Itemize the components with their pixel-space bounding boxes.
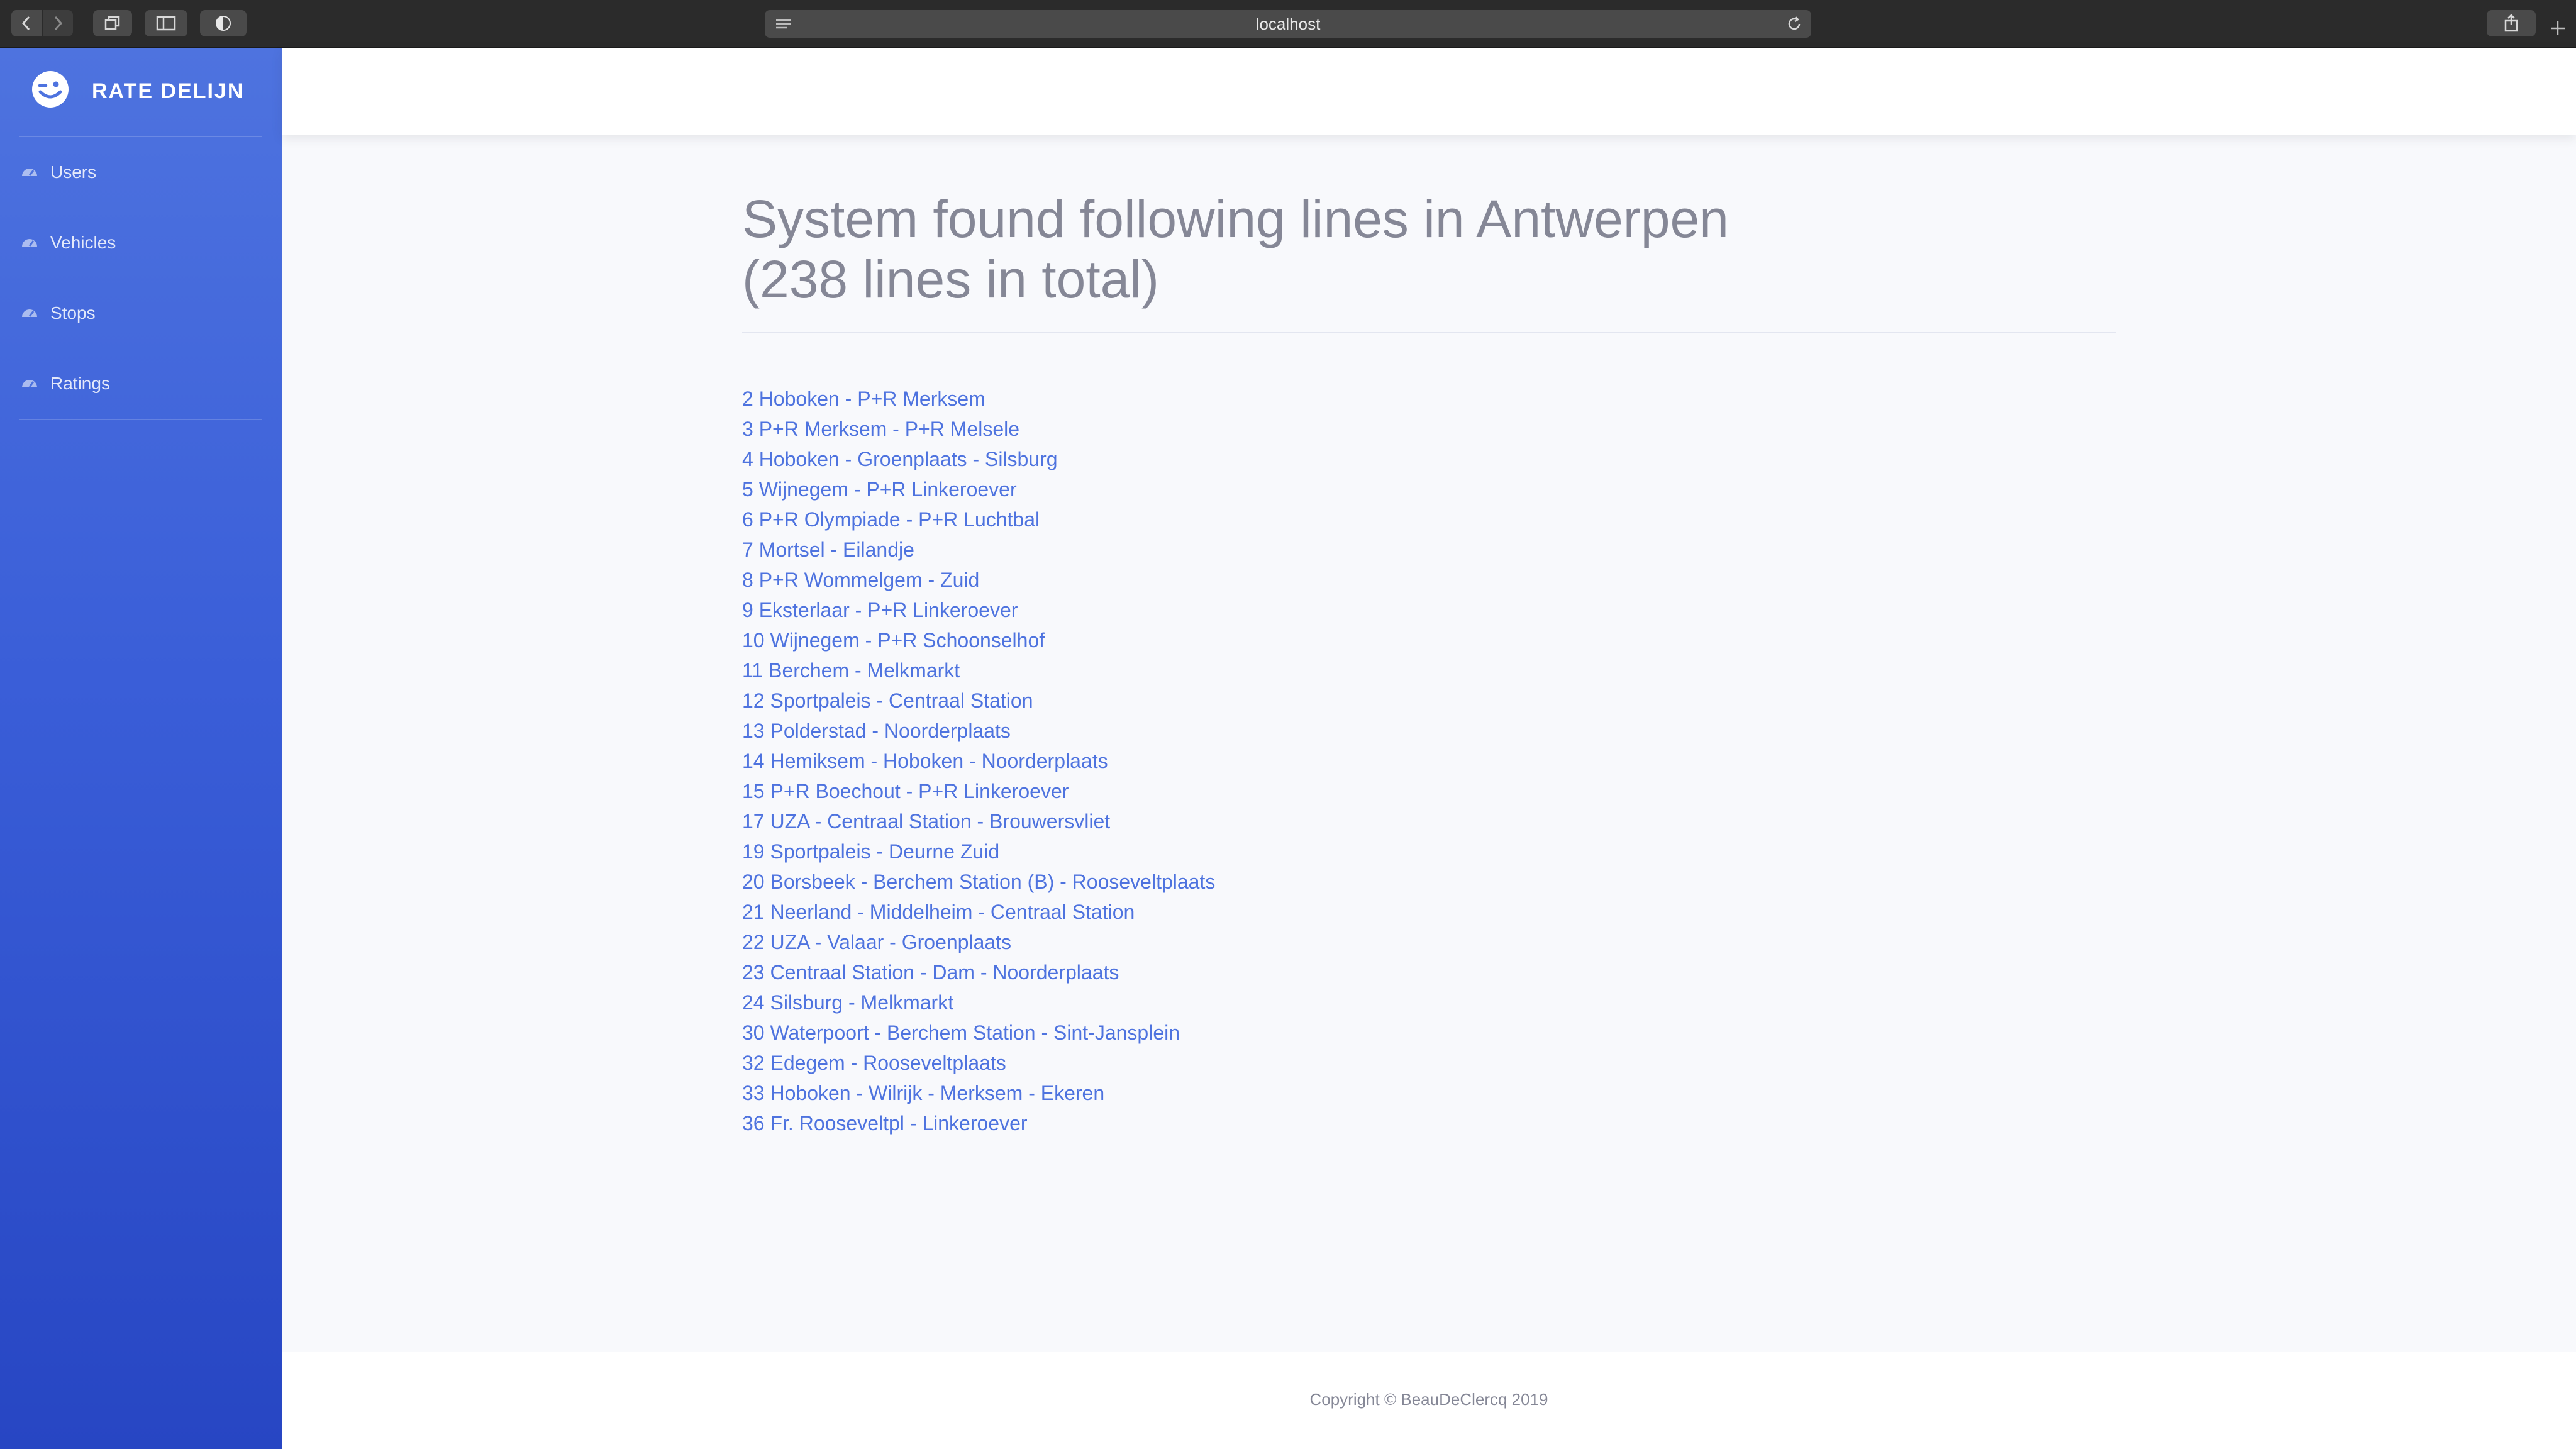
list-item: 36 Fr. Rooseveltpl - Linkeroever <box>742 1108 2116 1138</box>
list-item: 5 Wijnegem - P+R Linkeroever <box>742 474 2116 504</box>
sidebar-divider <box>19 419 262 420</box>
sidebar-item-label: Stops <box>50 303 96 323</box>
list-item: 8 P+R Wommelgem - Zuid <box>742 565 2116 595</box>
line-link[interactable]: 17 UZA - Centraal Station - Brouwersvlie… <box>742 810 1110 833</box>
line-link[interactable]: 4 Hoboken - Groenplaats - Silsburg <box>742 448 1058 470</box>
list-item: 11 Berchem - Melkmarkt <box>742 655 2116 686</box>
privacy-extension-button[interactable] <box>200 10 247 36</box>
reload-icon[interactable] <box>1786 16 1802 32</box>
reader-icon[interactable] <box>775 18 792 31</box>
url-text: localhost <box>1255 14 1321 33</box>
list-item: 9 Eksterlaar - P+R Linkeroever <box>742 595 2116 625</box>
list-item: 19 Sportpaleis - Deurne Zuid <box>742 836 2116 867</box>
back-arrow-icon <box>21 16 30 31</box>
list-item: 15 P+R Boechout - P+R Linkeroever <box>742 776 2116 806</box>
list-item: 20 Borsbeek - Berchem Station (B) - Roos… <box>742 867 2116 897</box>
line-link[interactable]: 23 Centraal Station - Dam - Noorderplaat… <box>742 961 1119 984</box>
line-link[interactable]: 3 P+R Merksem - P+R Melsele <box>742 418 1019 440</box>
sidebar-item-stops[interactable]: Stops <box>0 284 282 341</box>
share-button[interactable] <box>2487 10 2536 36</box>
sidebar-item-label: Ratings <box>50 374 110 393</box>
list-item: 21 Neerland - Middelheim - Centraal Stat… <box>742 897 2116 927</box>
list-item: 32 Edegem - Rooseveltplaats <box>742 1048 2116 1078</box>
sidebar-item-label: Users <box>50 162 97 182</box>
list-item: 10 Wijnegem - P+R Schoonselhof <box>742 625 2116 655</box>
line-link[interactable]: 5 Wijnegem - P+R Linkeroever <box>742 478 1017 501</box>
line-link[interactable]: 7 Mortsel - Eilandje <box>742 538 914 561</box>
line-link[interactable]: 9 Eksterlaar - P+R Linkeroever <box>742 599 1018 621</box>
page-title-line1: System found following lines in Antwerpe… <box>742 189 1729 248</box>
list-item: 22 UZA - Valaar - Groenplaats <box>742 927 2116 957</box>
sidebar: RATE DELIJN Users Vehicles Stops Ratings <box>0 48 282 1449</box>
sidebar-item-label: Vehicles <box>50 233 116 252</box>
list-item: 2 Hoboken - P+R Merksem <box>742 384 2116 414</box>
line-link[interactable]: 30 Waterpoort - Berchem Station - Sint-J… <box>742 1021 1180 1044</box>
list-item: 33 Hoboken - Wilrijk - Merksem - Ekeren <box>742 1078 2116 1108</box>
new-tab-icon[interactable] <box>2548 19 2567 38</box>
list-item: 14 Hemiksem - Hoboken - Noorderplaats <box>742 746 2116 776</box>
main-content: System found following lines in Antwerpe… <box>742 189 2116 1138</box>
line-link[interactable]: 14 Hemiksem - Hoboken - Noorderplaats <box>742 750 1108 772</box>
line-link[interactable]: 33 Hoboken - Wilrijk - Merksem - Ekeren <box>742 1082 1104 1104</box>
address-bar[interactable]: localhost <box>765 10 1811 38</box>
line-link[interactable]: 22 UZA - Valaar - Groenplaats <box>742 931 1011 953</box>
list-item: 13 Polderstad - Noorderplaats <box>742 716 2116 746</box>
tachometer-icon <box>22 380 37 387</box>
tachometer-icon <box>22 239 37 247</box>
list-item: 12 Sportpaleis - Centraal Station <box>742 686 2116 716</box>
tachometer-icon <box>22 169 37 176</box>
sidebar-item-vehicles[interactable]: Vehicles <box>0 214 282 270</box>
shield-icon <box>216 16 231 31</box>
footer: Copyright © BeauDeClercq 2019 <box>282 1352 2576 1449</box>
line-link[interactable]: 12 Sportpaleis - Centraal Station <box>742 689 1033 712</box>
topbar <box>282 48 2576 135</box>
tachometer-icon <box>22 309 37 317</box>
list-item: 7 Mortsel - Eilandje <box>742 535 2116 565</box>
tab-overview-button[interactable] <box>93 10 132 36</box>
line-link[interactable]: 21 Neerland - Middelheim - Centraal Stat… <box>742 901 1135 923</box>
line-link[interactable]: 10 Wijnegem - P+R Schoonselhof <box>742 629 1045 652</box>
list-item: 17 UZA - Centraal Station - Brouwersvlie… <box>742 806 2116 836</box>
copyright-text: Copyright © BeauDeClercq 2019 <box>1309 1390 1548 1409</box>
line-link[interactable]: 32 Edegem - Rooseveltplaats <box>742 1052 1006 1074</box>
page-title-line2: (238 lines in total) <box>742 250 1160 309</box>
line-link[interactable]: 15 P+R Boechout - P+R Linkeroever <box>742 780 1069 802</box>
line-link[interactable]: 24 Silsburg - Melkmarkt <box>742 991 953 1014</box>
lines-list: 2 Hoboken - P+R Merksem 3 P+R Merksem - … <box>742 384 2116 1138</box>
list-item: 30 Waterpoort - Berchem Station - Sint-J… <box>742 1018 2116 1048</box>
winking-face-logo <box>32 71 69 108</box>
forward-button[interactable] <box>43 10 73 36</box>
sidebar-toggle-button[interactable] <box>145 10 187 36</box>
title-divider <box>742 332 2116 333</box>
forward-arrow-icon <box>54 16 63 31</box>
list-item: 3 P+R Merksem - P+R Melsele <box>742 414 2116 444</box>
share-icon <box>2504 14 2518 32</box>
page-title: System found following lines in Antwerpe… <box>742 189 1874 309</box>
sidebar-item-ratings[interactable]: Ratings <box>0 355 282 411</box>
list-item: 24 Silsburg - Melkmarkt <box>742 987 2116 1018</box>
list-item: 6 P+R Olympiade - P+R Luchtbal <box>742 504 2116 535</box>
line-link[interactable]: 8 P+R Wommelgem - Zuid <box>742 569 979 591</box>
list-item: 4 Hoboken - Groenplaats - Silsburg <box>742 444 2116 474</box>
line-link[interactable]: 19 Sportpaleis - Deurne Zuid <box>742 840 999 863</box>
sidebar-toggle-icon <box>156 16 176 31</box>
line-link[interactable]: 36 Fr. Rooseveltpl - Linkeroever <box>742 1112 1028 1135</box>
line-link[interactable]: 11 Berchem - Melkmarkt <box>742 659 960 682</box>
line-link[interactable]: 13 Polderstad - Noorderplaats <box>742 719 1011 742</box>
sidebar-divider <box>19 136 262 137</box>
tabs-icon <box>104 16 120 30</box>
sidebar-item-users[interactable]: Users <box>0 143 282 200</box>
brand-link[interactable]: RATE DELIJN <box>0 48 282 136</box>
line-link[interactable]: 20 Borsbeek - Berchem Station (B) - Roos… <box>742 870 1215 893</box>
brand-name: RATE DELIJN <box>92 79 245 103</box>
browser-toolbar: localhost <box>0 0 2576 48</box>
line-link[interactable]: 2 Hoboken - P+R Merksem <box>742 387 985 410</box>
back-button[interactable] <box>11 10 42 36</box>
line-link[interactable]: 6 P+R Olympiade - P+R Luchtbal <box>742 508 1040 531</box>
list-item: 23 Centraal Station - Dam - Noorderplaat… <box>742 957 2116 987</box>
